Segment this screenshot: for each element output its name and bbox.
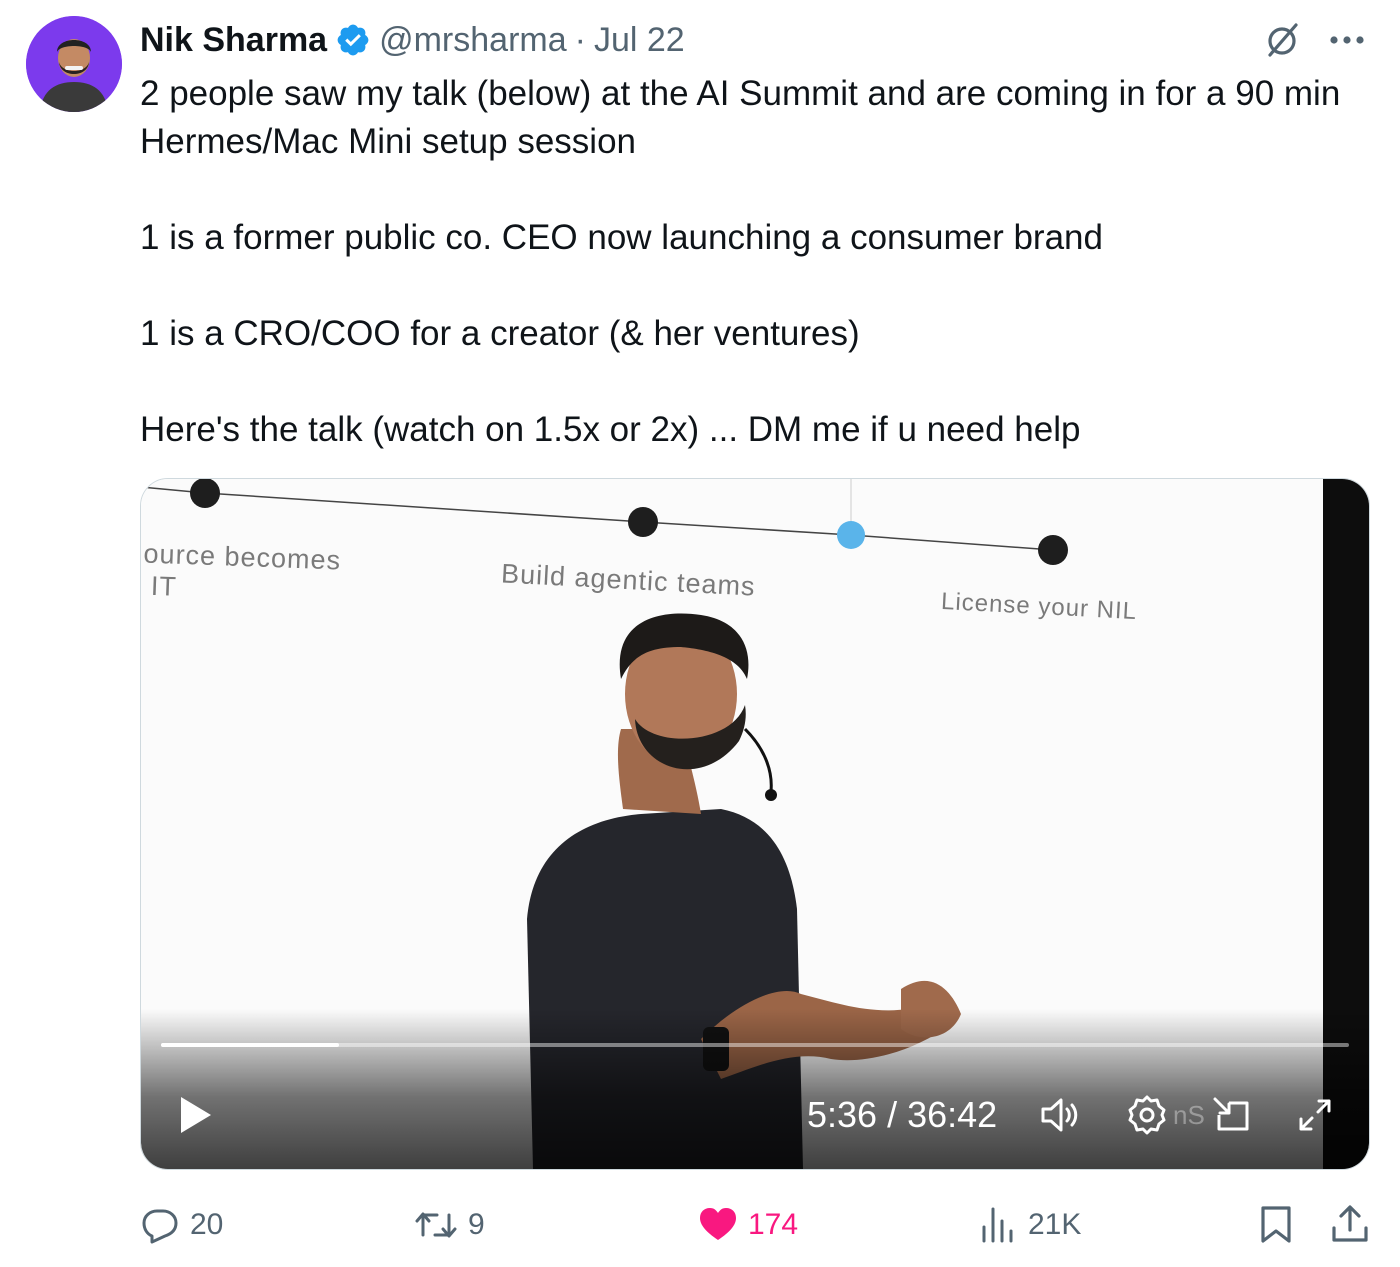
timeline-dot-2 [628,507,658,537]
timeline-dot-4 [1038,535,1068,565]
overlay-text: nS [1173,1100,1205,1130]
views-icon [982,1207,1013,1243]
pip-icon[interactable] [1209,1093,1253,1137]
video-player[interactable]: ource becomes IT Build agentic teams Lic… [140,478,1370,1170]
reply-button[interactable]: 20 [140,1198,223,1252]
views-count: 21K [1028,1208,1082,1241]
fullscreen-icon[interactable] [1293,1093,1337,1137]
more-icon[interactable] [1326,22,1368,58]
settings-icon[interactable] [1125,1093,1169,1137]
tweet-header: Nik Sharma @mrsharma · Jul 22 [140,18,685,62]
separator-dot: · [574,20,586,59]
author-handle[interactable]: @mrsharma [379,21,567,60]
controls-overlay [141,1009,1369,1169]
bookmark-icon[interactable] [1256,1204,1296,1244]
avatar-image [26,16,122,112]
repost-count: 9 [468,1208,485,1241]
timeline-dot-1 [190,479,220,508]
slide-label-1: ource becomes IT [141,538,342,602]
tweet-date[interactable]: Jul 22 [594,21,685,60]
author-name[interactable]: Nik Sharma [140,21,327,60]
repost-button[interactable]: 9 [414,1198,485,1252]
avatar[interactable] [26,16,122,112]
volume-icon[interactable] [1037,1093,1081,1137]
share-icon[interactable] [1330,1204,1370,1244]
action-bar: 20 9 174 21K [140,1198,1370,1252]
reply-icon [142,1209,178,1244]
time-display: 5:36 / 36:42 [807,1094,998,1135]
timeline-dot-active [837,521,865,549]
tweet-text: 2 people saw my talk (below) at the AI S… [140,74,1341,449]
like-count: 174 [748,1208,799,1241]
progress-fill [161,1043,340,1047]
progress-bar[interactable] [161,1043,1349,1047]
verified-badge-icon [337,24,369,56]
grok-icon[interactable] [1262,20,1302,60]
like-icon [700,1208,736,1240]
reply-count: 20 [190,1208,224,1241]
views-button[interactable]: 21K [978,1198,1081,1252]
play-icon[interactable] [175,1093,215,1137]
like-button[interactable]: 174 [698,1198,798,1252]
repost-icon [415,1212,457,1238]
